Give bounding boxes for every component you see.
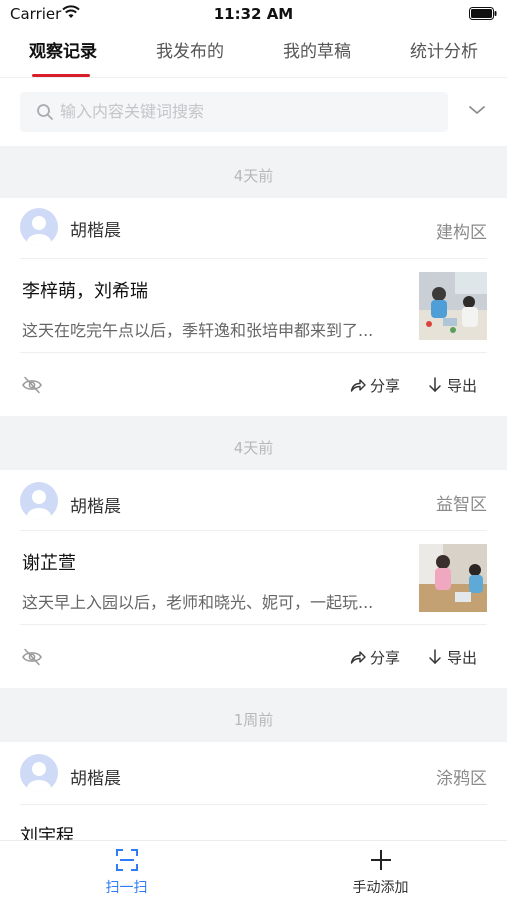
tab-my-drafts[interactable]: 我的草稿 [254,28,380,78]
share-label: 分享 [370,377,401,395]
date-separator: 4天前 [233,439,274,457]
area-label: 涂鸦区 [436,769,487,789]
card-thumbnail[interactable] [419,544,487,612]
active-tab-indicator [32,74,90,77]
share-label: 分享 [370,649,401,667]
card-excerpt: 这天在吃完午点以后，季轩逸和张培申都来到了... [22,321,374,340]
bottom-toolbar: 扫一扫 手动添加 [0,840,507,900]
card-excerpt: 这天早上入园以后，老师和晓光、妮可，一起玩... [22,593,374,612]
export-label: 导出 [447,377,478,395]
area-label: 益智区 [436,495,487,515]
divider [20,352,487,353]
tab-observation-records[interactable]: 观察记录 [0,28,126,78]
observation-card[interactable]: 胡楷晨 益智区 谢芷萱 这天早上入园以后，老师和晓光、妮可，一起玩... 分享 [0,470,507,688]
battery-icon [469,7,497,20]
share-button[interactable]: 分享 [350,375,410,395]
date-separator: 4天前 [233,167,274,185]
scan-icon [115,849,138,871]
divider [20,530,487,531]
status-time: 11:32 AM [213,5,294,23]
export-button[interactable]: 导出 [427,647,487,667]
chevron-down-icon[interactable] [468,104,486,116]
scan-label: 扫一扫 [105,880,148,896]
card-thumbnail[interactable] [419,272,487,340]
avatar [20,754,58,792]
card-title: 谢芷萱 [22,553,76,574]
area-label: 建构区 [436,223,487,243]
share-icon [350,651,366,664]
eye-off-icon[interactable] [22,376,42,394]
author-name: 胡楷晨 [70,769,121,789]
manual-add-label: 手动添加 [352,880,409,896]
avatar [20,482,58,520]
divider [20,624,487,625]
card-title: 李梓萌，刘希瑞 [22,281,148,302]
tab-bar: 观察记录 我发布的 我的草稿 统计分析 [0,28,507,78]
tab-statistics[interactable]: 统计分析 [381,28,507,78]
divider [20,804,487,805]
observation-card[interactable]: 胡楷晨 涂鸦区 刘宇程 [0,742,507,847]
eye-off-icon[interactable] [22,648,42,666]
author-name: 胡楷晨 [70,497,121,517]
search-placeholder: 输入内容关键词搜索 [60,102,205,121]
share-icon [350,379,366,392]
card-thumbnail[interactable] [419,818,487,840]
manual-add-button[interactable]: 手动添加 [254,841,507,900]
export-button[interactable]: 导出 [427,375,487,395]
avatar [20,208,58,246]
tab-my-published[interactable]: 我发布的 [127,28,253,78]
observation-card[interactable]: 胡楷晨 建构区 李梓萌，刘希瑞 这天在吃完午点以后，季轩逸和张培申都来到了...… [0,198,507,416]
export-label: 导出 [447,649,478,667]
date-separator: 1周前 [233,711,274,729]
author-name: 胡楷晨 [70,221,121,241]
search-icon [37,104,53,120]
arrow-down-icon [429,377,441,392]
arrow-down-icon [429,649,441,664]
plus-icon [370,850,391,870]
status-bar: Carrier 11:32 AM [0,0,507,28]
search-input[interactable]: 输入内容关键词搜索 [20,92,448,132]
scan-button[interactable]: 扫一扫 [0,841,253,900]
divider [20,258,487,259]
share-button[interactable]: 分享 [350,647,410,667]
search-area: 输入内容关键词搜索 [0,78,507,146]
